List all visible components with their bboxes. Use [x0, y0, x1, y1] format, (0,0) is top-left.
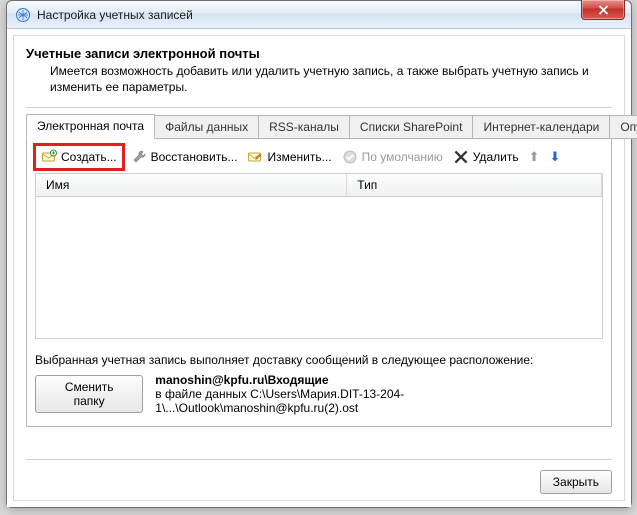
- window-title: Настройка учетных записей: [37, 8, 193, 22]
- accounts-toolbar: Создать... Восстановить... Изменить...: [35, 145, 603, 173]
- column-header-type[interactable]: Тип: [347, 174, 602, 196]
- tab-rss[interactable]: RSS-каналы: [258, 115, 350, 139]
- section-title: Учетные записи электронной почты: [26, 46, 612, 61]
- column-header-name[interactable]: Имя: [36, 174, 347, 196]
- new-mail-icon: [41, 149, 57, 165]
- delete-label: Удалить: [473, 150, 519, 164]
- delivery-text: Выбранная учетная запись выполняет доста…: [35, 353, 603, 367]
- delete-icon: [453, 149, 469, 165]
- repair-account-button[interactable]: Восстановить...: [131, 149, 238, 165]
- change-folder-button[interactable]: Сменить папку: [35, 375, 143, 413]
- tab-sharepoint[interactable]: Списки SharePoint: [349, 115, 474, 139]
- delivery-section: Выбранная учетная запись выполняет доста…: [35, 353, 603, 415]
- account-settings-window: Настройка учетных записей Учетные записи…: [6, 0, 632, 508]
- edit-account-button[interactable]: Изменить...: [247, 149, 331, 165]
- dialog-footer: Закрыть: [26, 459, 612, 494]
- default-icon: [342, 149, 358, 165]
- tab-panel-email: Создать... Восстановить... Изменить...: [26, 137, 612, 427]
- delete-account-button[interactable]: Удалить: [453, 149, 519, 165]
- create-account-button[interactable]: Создать...: [37, 147, 121, 167]
- delivery-folder: manoshin@kpfu.ru\Входящие: [155, 373, 603, 387]
- accounts-list-header: Имя Тип: [35, 173, 603, 197]
- delivery-file: в файле данных C:\Users\Мария.DIT-13-204…: [155, 387, 603, 415]
- footer-divider: [26, 459, 612, 460]
- tab-published[interactable]: Опубликован: [609, 115, 637, 139]
- app-icon: [15, 7, 31, 23]
- close-window-button[interactable]: [581, 0, 625, 20]
- content-inner: Учетные записи электронной почты Имеется…: [13, 35, 625, 501]
- default-label: По умолчанию: [362, 150, 443, 164]
- tab-internet-calendars[interactable]: Интернет-календари: [472, 115, 610, 139]
- move-down-button[interactable]: ⬇: [549, 149, 560, 165]
- divider: [26, 107, 612, 108]
- content-outer: Учетные записи электронной почты Имеется…: [7, 29, 631, 507]
- edit-label: Изменить...: [267, 150, 331, 164]
- repair-icon: [131, 149, 147, 165]
- title-bar: Настройка учетных записей: [7, 1, 631, 29]
- close-button[interactable]: Закрыть: [540, 470, 612, 494]
- create-label: Создать...: [61, 150, 117, 164]
- move-up-button: ⬆: [529, 149, 540, 165]
- section-description: Имеется возможность добавить или удалить…: [50, 63, 612, 95]
- tab-email[interactable]: Электронная почта: [26, 114, 155, 138]
- edit-icon: [247, 149, 263, 165]
- tab-strip: Электронная почта Файлы данных RSS-канал…: [26, 114, 612, 138]
- accounts-list-body[interactable]: [35, 197, 603, 339]
- repair-label: Восстановить...: [151, 150, 238, 164]
- tab-data-files[interactable]: Файлы данных: [154, 115, 259, 139]
- set-default-button: По умолчанию: [342, 149, 443, 165]
